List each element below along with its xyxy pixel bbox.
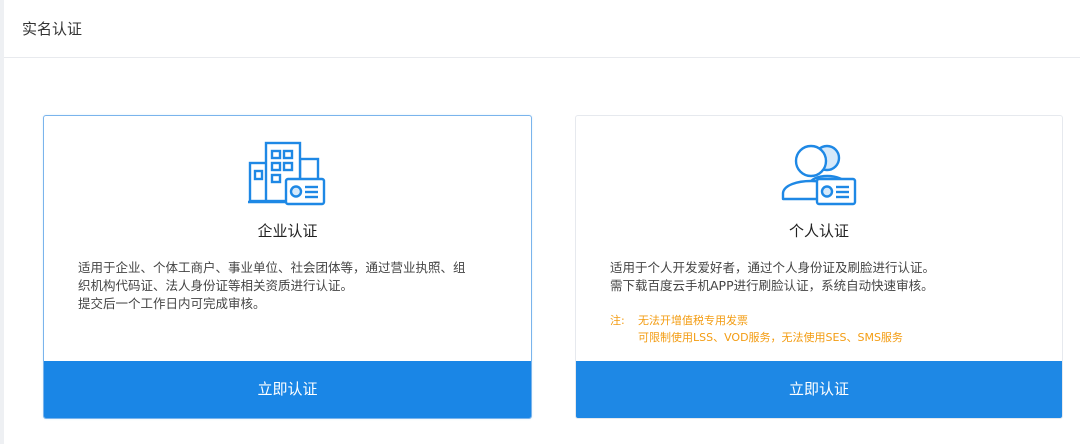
page-title: 实名认证 bbox=[22, 20, 83, 38]
users-id-card-icon bbox=[781, 144, 857, 206]
note-line: 可限制使用LSS、VOD服务，无法使用SES、SMS服务 bbox=[638, 331, 903, 344]
note-label: 注: bbox=[610, 314, 625, 327]
description-line: 织机构代码证、法人身份证等相关资质进行认证。 bbox=[78, 278, 354, 293]
personal-auth-card[interactable]: 个人认证 适用于个人开发爱好者，通过个人身份证及刷脸进行认证。 需下载百度云手机… bbox=[575, 115, 1063, 419]
personal-auth-note: 注: 无法开增值税专用发票 可限制使用LSS、VOD服务，无法使用SES、SMS… bbox=[610, 312, 1030, 346]
personal-auth-title: 个人认证 bbox=[788, 222, 849, 240]
note-line: 无法开增值税专用发票 bbox=[638, 314, 748, 327]
description-line: 适用于企业、个体工商户、事业单位、社会团体等，通过营业执照、组 bbox=[78, 260, 466, 275]
page-panel: 实名认证 企业认证 适用于企业、个体工商户、事业单位、社会团体等，通过营业执照、… bbox=[4, 0, 1080, 444]
page-header: 实名认证 bbox=[4, 0, 1080, 58]
building-id-card-icon bbox=[248, 141, 326, 206]
description-line: 提交后一个工作日内可完成审核。 bbox=[78, 296, 266, 311]
enterprise-auth-button[interactable]: 立即认证 bbox=[44, 361, 531, 418]
enterprise-auth-title: 企业认证 bbox=[257, 222, 318, 240]
description-line: 适用于个人开发爱好者，通过个人身份证及刷脸进行认证。 bbox=[610, 260, 936, 275]
description-line: 需下载百度云手机APP进行刷脸认证，系统自动快速审核。 bbox=[610, 278, 934, 293]
personal-auth-description: 适用于个人开发爱好者，通过个人身份证及刷脸进行认证。 需下载百度云手机APP进行… bbox=[610, 259, 1040, 295]
enterprise-auth-description: 适用于企业、个体工商户、事业单位、社会团体等，通过营业执照、组 织机构代码证、法… bbox=[78, 259, 508, 313]
enterprise-auth-card[interactable]: 企业认证 适用于企业、个体工商户、事业单位、社会团体等，通过营业执照、组 织机构… bbox=[43, 115, 532, 419]
personal-auth-button[interactable]: 立即认证 bbox=[576, 361, 1062, 418]
